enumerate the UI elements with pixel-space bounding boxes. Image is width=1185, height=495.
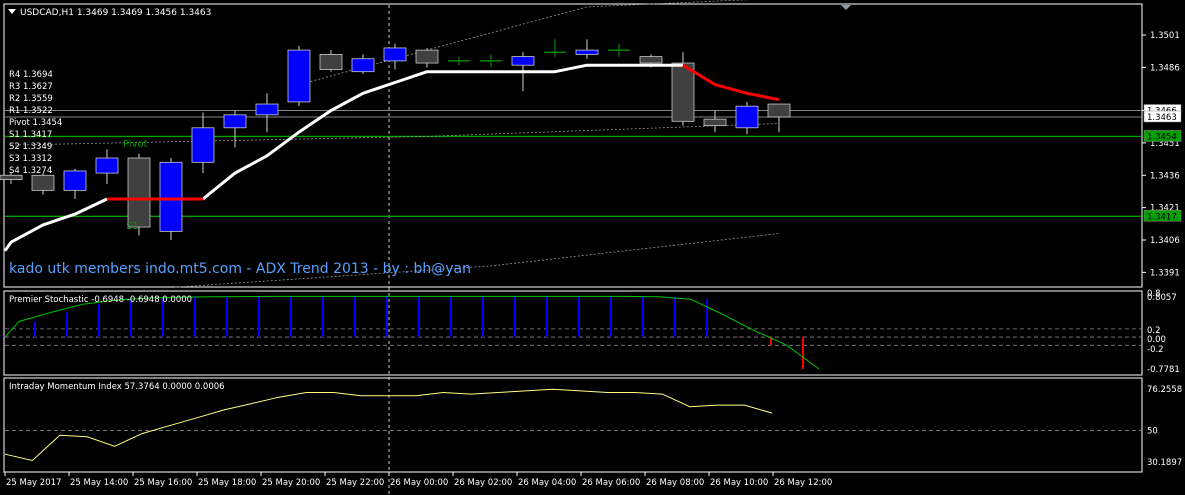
candle-body <box>127 157 151 228</box>
stochastic-tick-label: 0.8057 <box>1147 293 1177 303</box>
candle-body <box>159 161 183 232</box>
pivot-label: S1 1.3417 <box>9 130 52 140</box>
time-tick-label: 26 May 12:00 <box>774 478 832 488</box>
stochastic-series <box>2 295 1141 370</box>
momentum-series <box>4 388 1141 462</box>
candle-body <box>703 118 727 127</box>
candle <box>351 54 375 74</box>
stochastic-tick-label: -0.7781 <box>1147 365 1180 375</box>
candle <box>319 50 343 72</box>
candle <box>191 112 215 174</box>
candle <box>480 54 502 68</box>
candlestick-series <box>0 39 791 240</box>
pivot-labels: R4 1.3694 R3 1.3627 R2 1.3559 R1 1.3522 … <box>9 70 62 176</box>
time-axis: 25 May 2017 25 May 14:00 25 May 16:00 25 Ma… <box>4 472 832 488</box>
price-tick-label: 1.3391 <box>1150 268 1180 278</box>
candle-body <box>223 114 247 129</box>
trend-line-series <box>3 63 780 252</box>
stochastic-tick-label: 0.00 <box>1147 335 1166 345</box>
candle-body <box>639 56 663 64</box>
candle <box>671 52 695 126</box>
momentum-title: Intraday Momentum Index 57.3764 0.0000 0… <box>9 382 225 392</box>
pivot-label: S2 1.3349 <box>9 142 52 152</box>
stochastic-axis: 0.80.80570.20.00-0.2-0.7781 <box>1147 289 1180 375</box>
candle-body <box>63 170 87 191</box>
candle-body <box>383 47 407 62</box>
candle <box>95 149 119 184</box>
price-tick-label: 1.3406 <box>1150 236 1180 246</box>
main-overlay-lines <box>5 0 1141 288</box>
stochastic-title: Premier Stochastic -0.6948 -0.6948 0.000… <box>9 295 192 305</box>
momentum-tick-label: 30.1897 <box>1147 458 1182 468</box>
price-tick-label: 1.3486 <box>1150 63 1180 73</box>
candle <box>31 173 55 195</box>
candle-body <box>191 127 215 163</box>
candle-body <box>95 157 119 174</box>
candle <box>544 39 566 57</box>
shift-marker-icon[interactable] <box>841 5 851 10</box>
time-tick-label: 26 May 00:00 <box>390 478 448 488</box>
candle <box>448 56 470 66</box>
time-tick-label: 25 May 22:00 <box>326 478 384 488</box>
price-chart-window[interactable]: 1.35011.34861.34661.34511.34361.34211.34… <box>0 0 1185 495</box>
momentum-pane-frame <box>3 377 1143 473</box>
time-tick-label: 25 May 20:00 <box>262 478 320 488</box>
candle-body <box>575 49 599 55</box>
candle <box>608 43 630 57</box>
momentum-tick-label: 76.2558 <box>1147 385 1182 395</box>
candle-body <box>671 62 695 122</box>
stochastic-tick-label: -0.2 <box>1147 345 1164 355</box>
price-tag-label: 1.3463 <box>1147 113 1177 123</box>
candle-body <box>735 105 759 129</box>
candle <box>255 93 279 133</box>
momentum-axis: 76.2558 50 30.1897 <box>1147 385 1182 468</box>
candle <box>735 101 759 135</box>
candle <box>415 47 439 68</box>
price-tick-label: 1.3501 <box>1150 31 1180 41</box>
candle <box>63 168 87 199</box>
candle-body <box>319 54 343 70</box>
pivot-label: R4 1.3694 <box>9 70 53 80</box>
candle <box>223 110 247 148</box>
candle-body <box>351 58 375 73</box>
candle-body <box>287 49 311 103</box>
s1-marker: S1 <box>126 221 139 232</box>
candle <box>703 110 727 133</box>
time-tick-label: 25 May 14:00 <box>70 478 128 488</box>
candle <box>383 43 407 70</box>
pivot-label: R1 1.3522 <box>9 106 53 116</box>
candle <box>287 45 311 107</box>
candle <box>767 103 791 133</box>
time-tick-label: 25 May 2017 <box>6 478 61 488</box>
pivot-label: S4 1.3274 <box>9 166 52 176</box>
time-tick-label: 25 May 18:00 <box>198 478 256 488</box>
pivot-label: Pivot 1.3454 <box>9 118 62 128</box>
main-price-axis: 1.35011.34861.34661.34511.34361.34211.34… <box>1142 31 1182 278</box>
candle-body <box>767 103 791 118</box>
candle <box>575 39 599 59</box>
time-tick-label: 25 May 16:00 <box>134 478 192 488</box>
time-tick-label: 26 May 06:00 <box>582 478 640 488</box>
price-tick-label: 1.3436 <box>1150 171 1180 181</box>
chart-menu-triangle-icon[interactable] <box>8 9 16 14</box>
time-tick-label: 26 May 10:00 <box>710 478 768 488</box>
candle-body <box>255 103 279 116</box>
pivot-label: R3 1.3627 <box>9 82 53 92</box>
candle-body <box>31 174 55 191</box>
price-tag-label: 1.3417 <box>1147 212 1177 222</box>
watermark-text: kado utk members indo.mt5.com - ADX Tren… <box>9 261 471 277</box>
time-tick-label: 26 May 04:00 <box>518 478 576 488</box>
time-tick-label: 26 May 08:00 <box>646 478 704 488</box>
time-tick-label: 26 May 02:00 <box>454 478 512 488</box>
symbol-header: USDCAD,H1 1.3469 1.3469 1.3456 1.3463 <box>20 8 211 18</box>
momentum-tick-label: 50 <box>1147 426 1158 436</box>
pivot-label: R2 1.3559 <box>9 94 53 104</box>
pivot-label: S3 1.3312 <box>9 154 52 164</box>
stochastic-line <box>4 295 820 370</box>
price-tag-label: 1.3454 <box>1147 132 1177 142</box>
candle-body <box>415 49 439 64</box>
main-pane-frame <box>3 3 1143 288</box>
pivot-marker: Pivot <box>123 139 148 150</box>
candle-body <box>511 56 535 66</box>
